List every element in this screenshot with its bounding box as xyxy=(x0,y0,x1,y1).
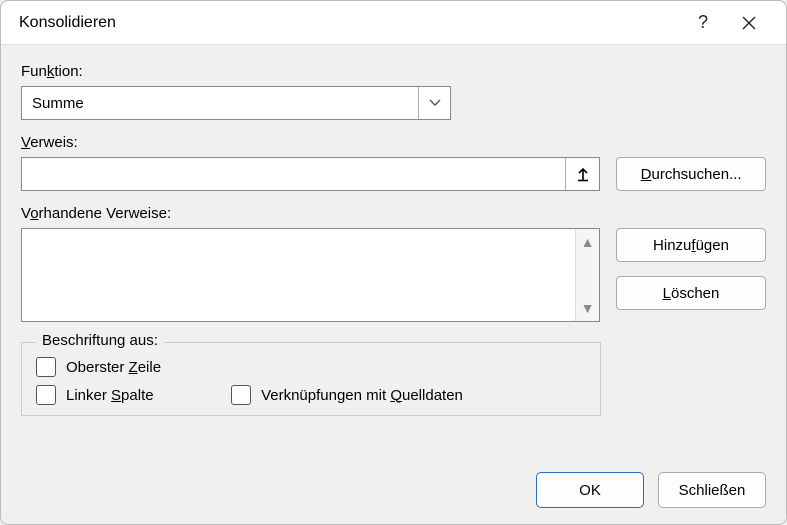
labels-from-group: Beschriftung aus: Oberster Zeile Linker … xyxy=(21,342,601,416)
function-label: Funktion: xyxy=(21,63,766,80)
ok-button[interactable]: OK xyxy=(536,472,644,508)
add-button[interactable]: Hinzufügen xyxy=(616,228,766,262)
function-section: Funktion: Summe xyxy=(21,63,766,120)
existing-section: Vorhandene Verweise: ▲ ▼ Hinzufügen Lösc… xyxy=(21,205,766,322)
left-col-label: Linker Spalte xyxy=(66,387,154,404)
top-row-label: Oberster Zeile xyxy=(66,359,161,376)
top-row-checkbox[interactable]: Oberster Zeile xyxy=(36,357,161,377)
checkbox-icon xyxy=(231,385,251,405)
browse-button[interactable]: Durchsuchen... xyxy=(616,157,766,191)
scroll-up-icon[interactable]: ▲ xyxy=(581,235,595,249)
function-select-value: Summe xyxy=(22,95,418,112)
close-icon[interactable] xyxy=(726,1,772,45)
left-col-checkbox[interactable]: Linker Spalte xyxy=(36,385,161,405)
function-select[interactable]: Summe xyxy=(21,86,451,120)
reference-input[interactable] xyxy=(22,158,565,190)
dialog-footer: OK Schließen xyxy=(21,456,766,508)
delete-button[interactable]: Löschen xyxy=(616,276,766,310)
existing-label: Vorhandene Verweise: xyxy=(21,205,766,222)
reference-label: Verweis: xyxy=(21,134,766,151)
titlebar: Konsolidieren ? xyxy=(1,1,786,45)
checkbox-icon xyxy=(36,357,56,377)
collapse-dialog-icon[interactable] xyxy=(565,158,599,190)
close-button[interactable]: Schließen xyxy=(658,472,766,508)
source-links-checkbox[interactable]: Verknüpfungen mit Quelldaten xyxy=(231,385,463,405)
dialog-title: Konsolidieren xyxy=(19,14,680,32)
existing-listbox[interactable] xyxy=(22,229,575,321)
group-legend: Beschriftung aus: xyxy=(36,332,164,349)
listbox-scrollbar[interactable]: ▲ ▼ xyxy=(575,229,599,321)
reference-input-wrap xyxy=(21,157,600,191)
chevron-down-icon[interactable] xyxy=(418,87,450,119)
source-links-label: Verknüpfungen mit Quelldaten xyxy=(261,387,463,404)
checkbox-icon xyxy=(36,385,56,405)
dialog-body: Funktion: Summe Verweis: xyxy=(1,45,786,524)
reference-section: Verweis: Durchsuchen... xyxy=(21,134,766,191)
scroll-down-icon[interactable]: ▼ xyxy=(581,301,595,315)
help-button[interactable]: ? xyxy=(680,1,726,45)
consolidate-dialog: Konsolidieren ? Funktion: Summe Verweis: xyxy=(0,0,787,525)
existing-listbox-wrap: ▲ ▼ xyxy=(21,228,600,322)
